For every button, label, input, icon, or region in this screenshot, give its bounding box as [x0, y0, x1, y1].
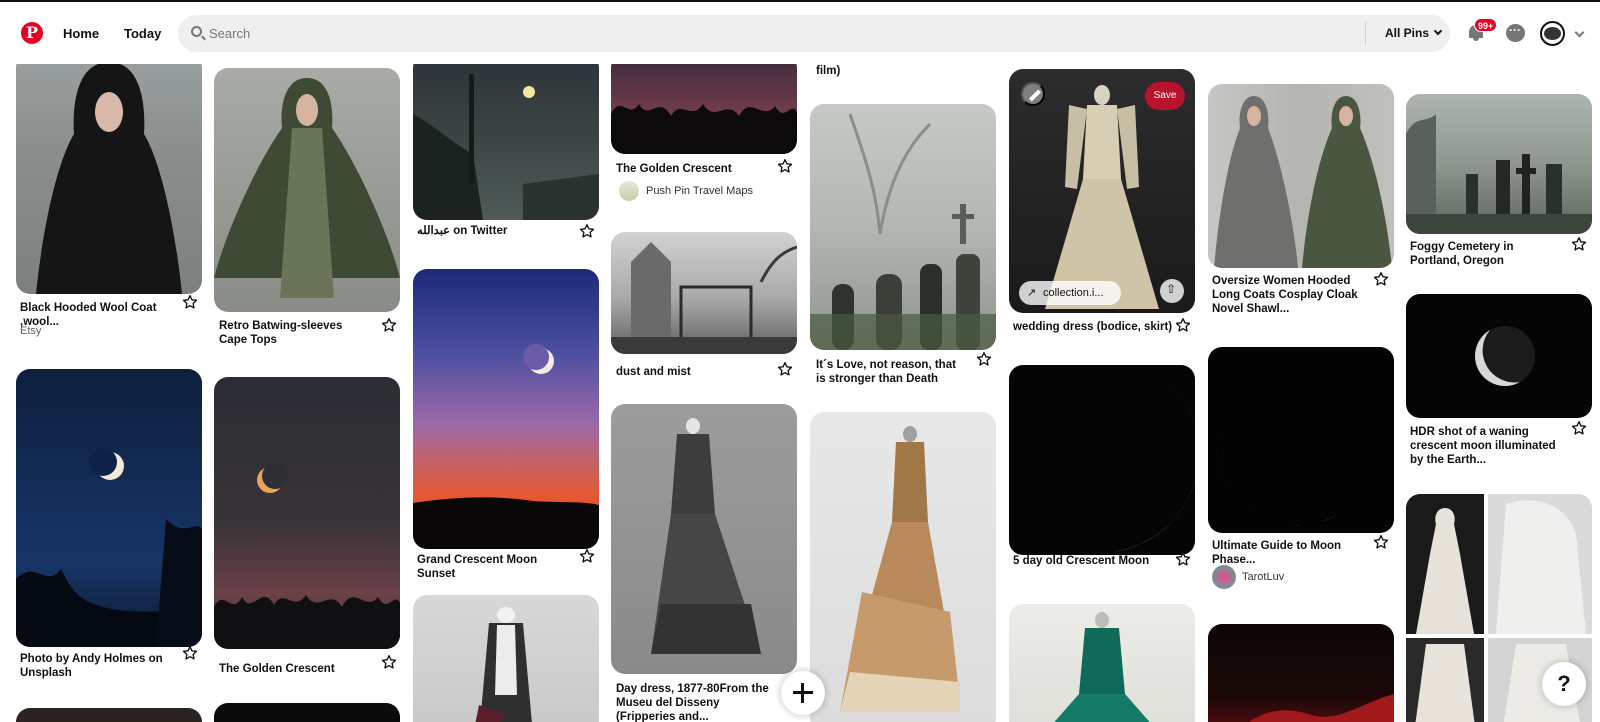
pin-title[interactable]: dust and mist [616, 365, 766, 379]
pin-image-golden-crescent-trees[interactable] [611, 64, 797, 154]
source-logo[interactable] [1212, 565, 1236, 589]
search-icon [191, 26, 202, 37]
pin-title[interactable]: It´s Love, not reason, that is stronger … [816, 358, 966, 386]
star-icon[interactable] [1571, 236, 1587, 252]
star-icon[interactable] [1175, 317, 1191, 333]
pin-title[interactable]: Foggy Cemetery in Portland, Oregon [1410, 240, 1560, 268]
pin-image-bustle-dress[interactable] [810, 412, 996, 722]
source-logo[interactable] [619, 181, 639, 201]
pin-image-green-cape[interactable] [214, 68, 400, 312]
star-icon[interactable] [976, 351, 992, 367]
pin-title[interactable]: The Golden Crescent [616, 162, 766, 176]
pin-title[interactable]: 5 day old Crescent Moon [1013, 554, 1173, 568]
pin-image-black-hooded-coat[interactable] [16, 64, 202, 294]
star-icon[interactable] [182, 294, 198, 310]
pin-title[interactable]: Photo by Andy Holmes on Unsplash [20, 652, 170, 680]
pin-image-hooded-cloaks[interactable] [1208, 84, 1394, 268]
help-button[interactable]: ? [1542, 662, 1586, 706]
pin-title[interactable]: عبدالله on Twitter [417, 224, 567, 238]
pin-image-partial[interactable] [16, 708, 202, 722]
pin-title[interactable]: Oversize Women Hooded Long Coats Cosplay… [1212, 274, 1362, 316]
star-icon[interactable] [579, 223, 595, 239]
search-input[interactable] [209, 15, 1309, 52]
pin-image-foggy-cemetery[interactable] [810, 104, 996, 350]
search-bar[interactable]: All Pins [178, 15, 1450, 52]
pin-image-golden-crescent[interactable] [214, 377, 400, 649]
pin-image-crescent-moon-dark[interactable] [1009, 365, 1195, 555]
chat-icon[interactable] [1506, 23, 1525, 42]
pin-image-green-dress[interactable] [1009, 604, 1195, 722]
star-icon[interactable] [1373, 271, 1389, 287]
pin-title[interactable]: Day dress, 1877-80From the Museu del Dis… [616, 682, 774, 722]
pin-image-foggy-cemetery-portland[interactable] [1406, 94, 1592, 234]
add-pin-button[interactable] [781, 671, 825, 715]
save-button[interactable]: Save [1145, 82, 1185, 110]
pin-feed[interactable]: Black Hooded Wool Coat ,wool... Etsy Pho… [0, 64, 1600, 722]
avatar[interactable] [1540, 21, 1565, 46]
notification-badge: 99+ [1474, 18, 1498, 32]
pin-image-moonlit-lake[interactable] [413, 64, 599, 220]
nav-today[interactable]: Today [124, 26, 161, 41]
pin-image-dust-and-mist[interactable] [611, 232, 797, 354]
all-pins-dropdown[interactable]: All Pins [1385, 26, 1443, 40]
pin-image-lace-dress[interactable] [413, 595, 599, 722]
pin-image-crescent-moon-blue[interactable] [16, 369, 202, 647]
star-icon[interactable] [381, 317, 397, 333]
pin-title[interactable]: wedding dress (bodice, skirt) [1013, 320, 1183, 334]
star-icon[interactable] [1571, 420, 1587, 436]
pinterest-logo-icon[interactable]: P [21, 22, 43, 44]
pin-image-day-dress[interactable] [611, 404, 797, 674]
pin-title[interactable]: Black Hooded Wool Coat ,wool... [20, 301, 170, 329]
pin-image-red-dark[interactable] [1208, 624, 1394, 722]
pin-title[interactable]: Grand Crescent Moon Sunset [417, 553, 577, 581]
chevron-down-icon [1433, 26, 1443, 36]
pin-title[interactable]: The Golden Crescent [219, 662, 369, 676]
pin-title[interactable]: Ultimate Guide to Moon Phase... [1212, 539, 1362, 567]
pin-title[interactable]: film) [816, 64, 966, 78]
star-icon[interactable] [1175, 551, 1191, 567]
all-pins-label: All Pins [1385, 26, 1430, 40]
search-divider [1365, 22, 1366, 45]
pin-title[interactable]: HDR shot of a waning crescent moon illum… [1410, 425, 1560, 467]
pin-source[interactable]: Push Pin Travel Maps [646, 185, 753, 197]
pin-source[interactable]: Etsy [20, 325, 41, 337]
pin-image-crescent-sunset[interactable] [413, 269, 599, 549]
pin-title[interactable]: Retro Batwing-sleeves Cape Tops [219, 319, 369, 347]
star-icon[interactable] [777, 361, 793, 377]
pin-image-partial[interactable] [214, 703, 400, 722]
edit-pin-button[interactable] [1021, 82, 1045, 106]
nav-home[interactable]: Home [63, 26, 99, 41]
star-icon[interactable] [777, 158, 793, 174]
header: P Home Today All Pins 99+ [0, 2, 1600, 64]
star-icon[interactable] [381, 654, 397, 670]
star-icon[interactable] [182, 645, 198, 661]
star-icon[interactable] [579, 548, 595, 564]
pin-source[interactable]: TarotLuv [1242, 571, 1284, 583]
share-icon[interactable] [1160, 279, 1184, 303]
chevron-down-icon[interactable] [1574, 27, 1585, 38]
pin-image-wedding-dress[interactable]: Save collection.i... [1009, 69, 1195, 313]
star-icon[interactable] [1373, 534, 1389, 550]
pin-link-chip[interactable]: collection.i... [1019, 281, 1121, 305]
pin-image-moon-phase[interactable] [1208, 347, 1394, 533]
pin-image-waning-crescent[interactable] [1406, 294, 1592, 418]
